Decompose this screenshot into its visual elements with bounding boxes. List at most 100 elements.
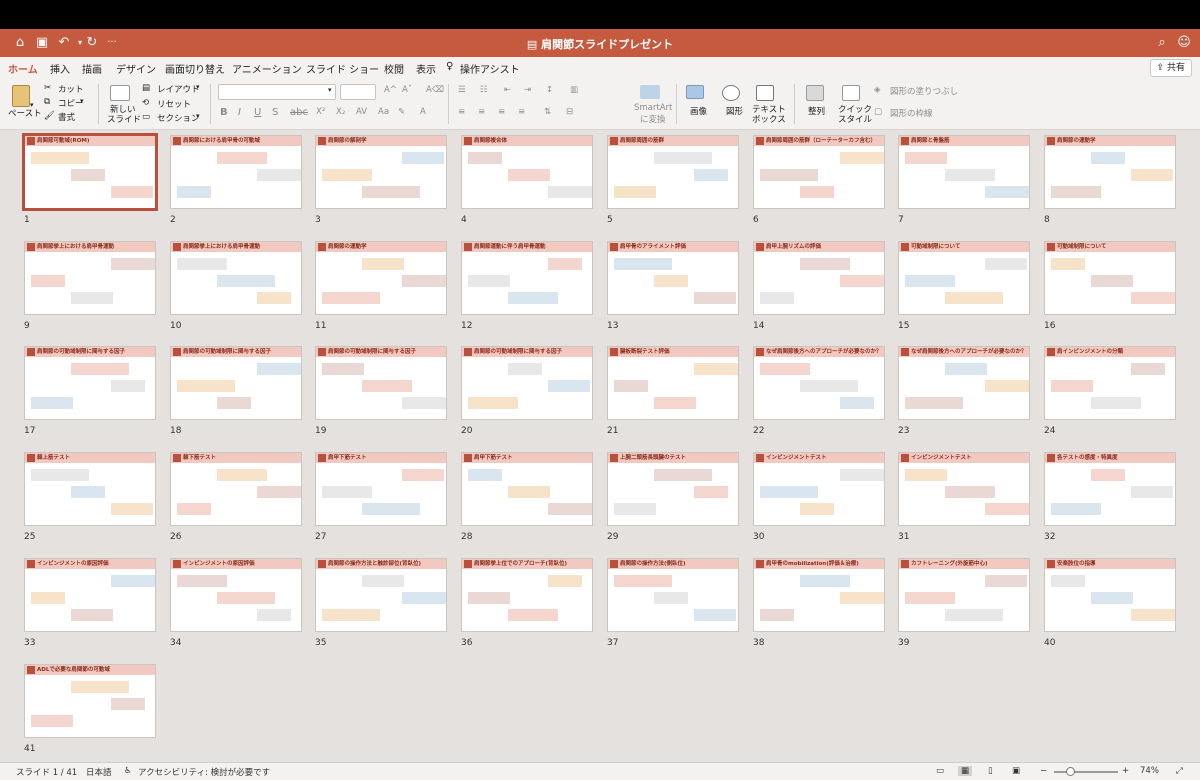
zoom-level[interactable]: 74% (1140, 766, 1159, 776)
arrange-button[interactable]: 整列 (808, 105, 825, 117)
quick-style-label-2[interactable]: スタイル (838, 113, 872, 125)
shape-outline-button[interactable]: 図形の枠線 (890, 107, 933, 119)
change-case-icon[interactable]: Aa (378, 107, 389, 117)
tab-home[interactable]: ホーム (8, 61, 38, 81)
columns-icon[interactable]: ▥ (570, 85, 578, 95)
tab-tell-me[interactable]: 操作アシスト (460, 61, 520, 76)
align-left-icon[interactable]: ≡ (458, 107, 465, 117)
slide-thumbnail[interactable]: 肩甲骨のアライメント評価 (607, 241, 739, 315)
tab-transitions[interactable]: 画面切り替え (165, 61, 225, 76)
font-name-input[interactable] (218, 84, 336, 100)
slide-thumbnail[interactable]: 肩関節運動に伴う肩甲骨運動 (461, 241, 593, 315)
slide-thumbnail[interactable]: 安楽肢位の指導 (1044, 558, 1176, 632)
smartart-label-2[interactable]: に変換 (640, 113, 666, 125)
superscript-icon[interactable]: X² (316, 107, 325, 117)
arrange-icon[interactable] (806, 85, 824, 101)
line-spacing-icon[interactable]: ↕ (546, 85, 553, 95)
slide-thumbnail[interactable]: インピンジメントの原因評価 (24, 558, 156, 632)
shadow-icon[interactable]: S (272, 107, 278, 118)
slide-thumbnail[interactable]: 可動域制限について (1044, 241, 1176, 315)
format-painter-button[interactable]: 書式 (58, 111, 75, 123)
slide-thumbnail[interactable]: 肩関節可動域(ROM) (22, 133, 158, 211)
slide-thumbnail[interactable]: 肩甲骨のmobilization(評価＆治療) (753, 558, 885, 632)
textbox-label-2[interactable]: ボックス (752, 113, 786, 125)
font-color-icon[interactable]: A (420, 107, 426, 117)
slide-thumbnail[interactable]: インピンジメントテスト (898, 452, 1030, 526)
shape-icon[interactable] (722, 85, 740, 101)
decrease-font-icon[interactable]: Aˇ (402, 85, 412, 95)
slide-thumbnail[interactable]: 肩関節の運動学 (315, 241, 447, 315)
smartart-label-1[interactable]: SmartArt (634, 103, 672, 113)
section-dropdown-icon[interactable]: ▾ (196, 112, 200, 120)
paste-icon[interactable] (12, 85, 30, 107)
slide-thumbnail[interactable]: 肩関節の運動学 (1044, 135, 1176, 209)
image-button[interactable]: 画像 (690, 105, 707, 117)
slide-thumbnail[interactable]: 肩関節挙上における肩甲骨運動 (170, 241, 302, 315)
numbering-icon[interactable]: ☷ (480, 85, 488, 95)
new-slide-label-2[interactable]: スライド (107, 113, 141, 125)
slide-thumbnail[interactable]: なぜ肩関節後方へのアプローチが必要なのか？ (753, 346, 885, 420)
slide-thumbnail[interactable]: インピンジメントテスト (753, 452, 885, 526)
zoom-in-icon[interactable]: + (1122, 766, 1129, 776)
decrease-indent-icon[interactable]: ⇤ (504, 85, 511, 95)
reading-view-icon[interactable]: ▯ (988, 766, 993, 776)
shape-fill-button[interactable]: 図形の塗りつぶし (890, 85, 958, 97)
tab-animations[interactable]: アニメーション (232, 61, 302, 76)
slide-thumbnail[interactable]: なぜ肩関節後方へのアプローチが必要なのか？ (898, 346, 1030, 420)
normal-view-icon[interactable]: ▭ (936, 766, 944, 776)
copy-icon[interactable]: ⧉ (44, 97, 50, 107)
layout-icon[interactable]: ▤ (142, 83, 150, 93)
shape-button[interactable]: 図形 (726, 105, 743, 117)
new-slide-icon[interactable] (110, 85, 130, 101)
tab-slideshow[interactable]: スライド ショー (306, 61, 379, 76)
user-icon[interactable]: ☺ (1176, 35, 1192, 51)
increase-indent-icon[interactable]: ⇥ (524, 85, 531, 95)
slide-thumbnail[interactable]: ADLで必要な肩関節の可動域 (24, 664, 156, 738)
slide-thumbnail[interactable]: 上腕二頭筋長頭腱のテスト (607, 452, 739, 526)
slide-thumbnail[interactable]: 肩甲下筋テスト (315, 452, 447, 526)
slide-thumbnail[interactable]: 腱板断裂テスト評価 (607, 346, 739, 420)
tab-insert[interactable]: 挿入 (50, 61, 70, 76)
layout-dropdown-icon[interactable]: ▾ (196, 83, 200, 91)
paste-dropdown-icon[interactable]: ▾ (30, 101, 34, 109)
paste-button[interactable]: ペースト (8, 107, 42, 119)
slide-thumbnail[interactable]: 肩関節の解剖学 (315, 135, 447, 209)
search-icon[interactable]: ⌕ (1154, 35, 1170, 51)
sorter-view-icon[interactable]: ▦ (958, 766, 973, 776)
justify-icon[interactable]: ≡ (518, 107, 525, 117)
slide-thumbnail[interactable]: 肩関節の可動域制限に関与する因子 (170, 346, 302, 420)
underline-icon[interactable]: U (254, 107, 261, 118)
bullets-icon[interactable]: ☰ (458, 85, 466, 95)
align-center-icon[interactable]: ≡ (478, 107, 485, 117)
slide-thumbnail[interactable]: 肩関節の可動域制限に関与する因子 (315, 346, 447, 420)
smartart-icon[interactable] (640, 85, 660, 99)
highlight-icon[interactable]: ✎ (398, 107, 405, 117)
strikethrough-icon[interactable]: abc (290, 107, 308, 118)
tab-design[interactable]: デザイン (116, 61, 156, 76)
slide-thumbnail[interactable]: カフトレーニング(外旋筋中心) (898, 558, 1030, 632)
slide-thumbnail[interactable]: 棘上筋テスト (24, 452, 156, 526)
reset-icon[interactable]: ⟲ (142, 98, 149, 108)
format-painter-icon[interactable]: 🖌 (44, 111, 55, 121)
layout-button[interactable]: レイアウト (157, 83, 200, 95)
slide-thumbnail[interactable]: 肩関節挙上における肩甲骨運動 (24, 241, 156, 315)
language[interactable]: 日本語 (86, 766, 112, 778)
slide-thumbnail[interactable]: 可動域制限について (898, 241, 1030, 315)
cut-button[interactable]: カット (58, 83, 84, 95)
font-name-dropdown-icon[interactable]: ▾ (328, 86, 332, 94)
clear-format-icon[interactable]: A⌫ (426, 85, 444, 95)
tab-draw[interactable]: 描画 (82, 61, 102, 76)
slide-thumbnail[interactable]: インピンジメントの原因評価 (170, 558, 302, 632)
textbox-icon[interactable] (756, 85, 774, 101)
slide-thumbnail[interactable]: 棘下筋テスト (170, 452, 302, 526)
slide-thumbnail[interactable]: 肩関節周囲の筋群 (607, 135, 739, 209)
align-text-icon[interactable]: ⊟ (566, 107, 573, 117)
fit-window-icon[interactable]: ⤢ (1176, 766, 1183, 776)
shape-fill-icon[interactable]: ◈ (874, 85, 881, 95)
accessibility-icon[interactable]: ♿ (124, 766, 132, 776)
slide-thumbnail[interactable]: 肩甲上腕リズムの評価 (753, 241, 885, 315)
copy-dropdown-icon[interactable]: ▾ (80, 97, 84, 105)
slide-thumbnail[interactable]: 肩関節の可動域制限に関与する因子 (461, 346, 593, 420)
tab-review[interactable]: 校閲 (384, 61, 404, 76)
reset-button[interactable]: リセット (157, 98, 191, 110)
